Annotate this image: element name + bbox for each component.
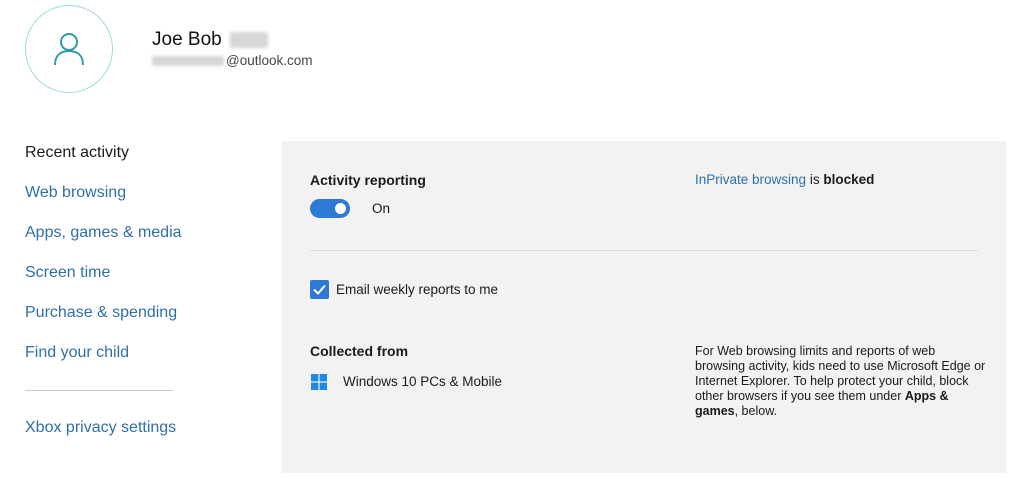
- inprivate-browsing-link[interactable]: InPrivate browsing: [695, 172, 806, 187]
- redacted-email-user: [152, 55, 224, 66]
- device-name: Windows 10 PCs & Mobile: [343, 374, 503, 389]
- info-text-after: , below.: [734, 404, 777, 418]
- sidebar-item-purchase-spending[interactable]: Purchase & spending: [25, 300, 185, 340]
- toggle-knob: [335, 203, 346, 214]
- toggle-state-label: On: [372, 201, 391, 216]
- sidebar-item-web-browsing[interactable]: Web browsing: [25, 180, 185, 220]
- checkmark-icon: [313, 284, 326, 295]
- inprivate-status: InPrivate browsing is blocked: [695, 172, 874, 187]
- xbox-privacy-settings-link[interactable]: Xbox privacy settings: [25, 415, 185, 455]
- activity-reporting-title: Activity reporting: [310, 172, 426, 188]
- profile-email-domain: @outlook.com: [226, 53, 313, 68]
- profile-name: Joe Bob: [152, 29, 222, 50]
- email-weekly-reports-label[interactable]: Email weekly reports to me: [336, 282, 498, 297]
- person-icon: [54, 33, 84, 66]
- redacted-surname: [229, 32, 268, 48]
- sidebar-item-screen-time[interactable]: Screen time: [25, 260, 185, 300]
- avatar: [25, 5, 113, 93]
- section-divider: [310, 250, 978, 251]
- sidebar-item-find-your-child[interactable]: Find your child: [25, 340, 185, 380]
- email-weekly-reports-checkbox[interactable]: [310, 280, 329, 299]
- sidebar-item-recent-activity[interactable]: Recent activity: [25, 140, 185, 180]
- inprivate-is-text: is: [806, 172, 824, 187]
- activity-reporting-toggle[interactable]: [310, 199, 350, 218]
- profile-name-line: Joe Bob: [152, 29, 268, 51]
- inprivate-status-value: blocked: [823, 172, 875, 187]
- windows-logo-icon: [311, 374, 327, 390]
- sidebar-divider: [25, 390, 173, 391]
- browser-info-text: For Web browsing limits and reports of w…: [695, 344, 987, 419]
- sidebar-nav: Recent activity Web browsing Apps, games…: [25, 140, 185, 455]
- sidebar-item-apps-games-media[interactable]: Apps, games & media: [25, 220, 185, 260]
- collected-from-title: Collected from: [310, 343, 409, 359]
- activity-settings-panel: Activity reporting On InPrivate browsing…: [282, 141, 1006, 473]
- profile-email-line: @outlook.com: [152, 53, 313, 68]
